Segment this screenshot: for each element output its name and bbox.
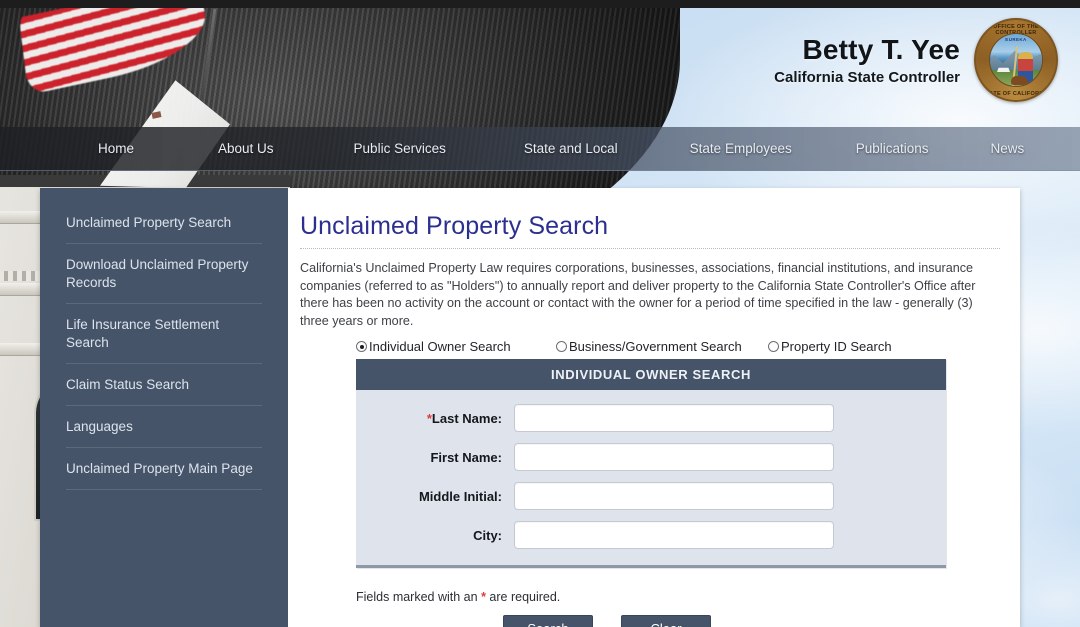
field-row-last-name: *Last Name:: [356, 404, 946, 432]
sidebar-item-download-unclaimed-property-records[interactable]: Download Unclaimed Property Records: [66, 244, 262, 304]
radio-business-government-search[interactable]: Business/Government Search: [556, 339, 768, 354]
seal-bottom-text: STATE OF CALIFORNIA: [982, 90, 1050, 97]
middle-initial-input[interactable]: [514, 482, 834, 510]
form-fields: *Last Name: First Name: Middle Initial: …: [356, 390, 946, 565]
search-form-panel: INDIVIDUAL OWNER SEARCH *Last Name: Firs…: [356, 359, 946, 568]
nav-item-publications[interactable]: Publications: [846, 127, 939, 171]
nav-item-state-and-local[interactable]: State and Local: [514, 127, 628, 171]
sidebar-item-claim-status-search[interactable]: Claim Status Search: [66, 364, 262, 406]
radio-label-property-id: Property ID Search: [781, 339, 892, 354]
field-row-first-name: First Name:: [356, 443, 946, 471]
page-root: Betty T. Yee California State Controller…: [0, 0, 1080, 627]
city-input[interactable]: [514, 521, 834, 549]
radio-label-individual: Individual Owner Search: [369, 339, 511, 354]
seal-inner-scene: EUREKA: [989, 33, 1043, 87]
radio-label-business: Business/Government Search: [569, 339, 742, 354]
main-content: Unclaimed Property Search California's U…: [288, 188, 1020, 627]
page-title: Unclaimed Property Search: [300, 212, 609, 240]
radio-individual-owner-search[interactable]: Individual Owner Search: [356, 339, 556, 354]
required-fields-note: Fields marked with an * are required.: [356, 590, 561, 604]
form-panel-heading: INDIVIDUAL OWNER SEARCH: [356, 359, 946, 390]
label-first-name: First Name:: [430, 449, 502, 465]
sidebar-item-languages[interactable]: Languages: [66, 406, 262, 448]
field-row-middle-initial: Middle Initial:: [356, 482, 946, 510]
sidebar-navigation: Unclaimed Property Search Download Uncla…: [40, 188, 288, 627]
label-city: City:: [473, 527, 502, 543]
label-last-name: *Last Name:: [426, 410, 502, 426]
first-name-input[interactable]: [514, 443, 834, 471]
content-container: Unclaimed Property Search Download Uncla…: [40, 188, 1020, 627]
radio-button-icon-property-id[interactable]: [768, 341, 779, 352]
radio-property-id-search[interactable]: Property ID Search: [768, 339, 892, 354]
nav-item-public-services[interactable]: Public Services: [344, 127, 456, 171]
nav-item-home[interactable]: Home: [88, 127, 144, 171]
controller-subtitle: California State Controller: [774, 68, 960, 86]
sidebar-item-unclaimed-property-main-page[interactable]: Unclaimed Property Main Page: [66, 448, 262, 490]
seal-motto: EUREKA: [1005, 37, 1027, 42]
field-row-city: City:: [356, 521, 946, 549]
main-navigation[interactable]: Home About Us Public Services State and …: [0, 127, 1080, 171]
top-dark-strip: [0, 0, 1080, 8]
last-name-input[interactable]: [514, 404, 834, 432]
form-actions: Search Clear: [503, 615, 1000, 627]
radio-button-icon-business[interactable]: [556, 341, 567, 352]
nav-item-news[interactable]: News: [981, 127, 1035, 171]
search-mode-radio-group[interactable]: Individual Owner Search Business/Governm…: [300, 339, 1000, 354]
search-button[interactable]: Search: [503, 615, 593, 627]
header-titles: Betty T. Yee California State Controller: [774, 33, 960, 88]
nav-item-state-employees[interactable]: State Employees: [680, 127, 802, 171]
sidebar-item-life-insurance-settlement-search[interactable]: Life Insurance Settlement Search: [66, 304, 262, 364]
header-branding: Betty T. Yee California State Controller…: [774, 18, 1058, 102]
intro-paragraph: California's Unclaimed Property Law requ…: [300, 261, 976, 328]
title-divider: [300, 248, 1000, 249]
radio-button-icon-individual[interactable]: [356, 341, 367, 352]
clear-button[interactable]: Clear: [621, 615, 711, 627]
controller-name: Betty T. Yee: [802, 33, 960, 65]
state-seal-icon: OFFICE OF THE CONTROLLER STATE OF CALIFO…: [974, 18, 1058, 102]
label-middle-initial: Middle Initial:: [418, 488, 502, 504]
sidebar-item-unclaimed-property-search[interactable]: Unclaimed Property Search: [66, 208, 262, 244]
nav-item-about-us[interactable]: About Us: [208, 127, 284, 171]
